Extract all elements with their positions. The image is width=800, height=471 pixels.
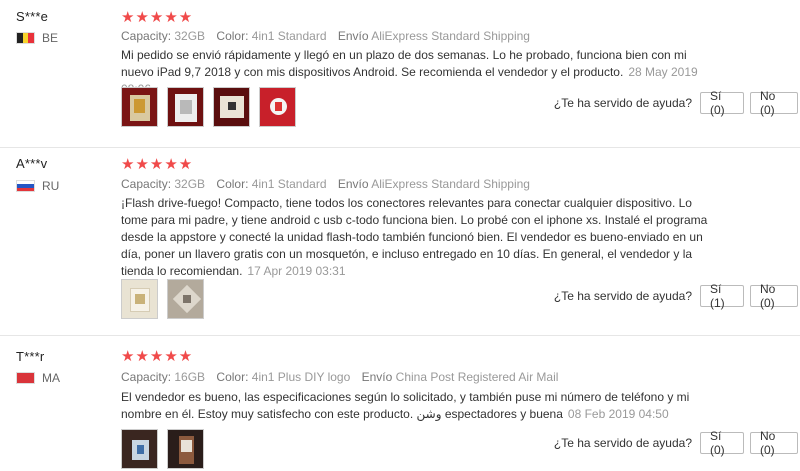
review-photo[interactable] bbox=[259, 87, 296, 127]
shipping-value: AliExpress Standard Shipping bbox=[371, 29, 530, 43]
flag-ru-icon bbox=[16, 180, 35, 192]
review-photo[interactable] bbox=[167, 87, 204, 127]
review-photo[interactable] bbox=[121, 279, 158, 319]
review-divider bbox=[0, 335, 800, 336]
reviewer-country: RU bbox=[16, 179, 59, 193]
color-label: Color: bbox=[216, 177, 249, 191]
review-photo[interactable] bbox=[121, 429, 158, 469]
helpful-yes-button[interactable]: Sí (0) bbox=[700, 429, 744, 457]
shipping-label: Envío bbox=[361, 370, 393, 384]
helpful-yes-button[interactable]: Sí (1) bbox=[700, 282, 744, 310]
capacity-label: Capacity: bbox=[121, 177, 172, 191]
helpful-prompt: ¿Te ha servido de ayuda? Sí (0) No (0) bbox=[553, 89, 798, 117]
review-photos bbox=[121, 279, 204, 319]
reviewer-country: MA bbox=[16, 371, 60, 385]
capacity-value: 16GB bbox=[174, 370, 206, 384]
review-photo[interactable] bbox=[213, 87, 250, 127]
flag-be-icon bbox=[16, 32, 35, 44]
shipping-label: Envío bbox=[337, 177, 369, 191]
color-label: Color: bbox=[216, 29, 249, 43]
review-2: A***v RU ★★★★★ Capacity: 32GB Color: 4in… bbox=[0, 148, 800, 340]
reviewer-name: A***v bbox=[16, 156, 48, 171]
color-value: 4in1 Standard bbox=[251, 177, 327, 191]
review-date: 17 Apr 2019 03:31 bbox=[247, 264, 346, 278]
shipping-value: AliExpress Standard Shipping bbox=[371, 177, 530, 191]
helpful-question: ¿Te ha servido de ayuda? bbox=[553, 289, 692, 303]
helpful-no-button[interactable]: No (0) bbox=[750, 429, 798, 457]
review-date: 08 Feb 2019 04:50 bbox=[567, 407, 669, 421]
review-attributes: Capacity: 32GB Color: 4in1 Standard Enví… bbox=[121, 29, 538, 43]
helpful-no-button[interactable]: No (0) bbox=[750, 89, 798, 117]
helpful-no-button[interactable]: No (0) bbox=[750, 282, 798, 310]
capacity-value: 32GB bbox=[174, 177, 206, 191]
country-code: BE bbox=[42, 31, 59, 45]
shipping-label: Envío bbox=[337, 29, 369, 43]
review-photo[interactable] bbox=[167, 279, 204, 319]
review-text: ¡Flash drive-fuego! Compacto, tiene todo… bbox=[121, 195, 721, 280]
review-1: S***e BE ★★★★★ Capacity: 32GB Color: 4in… bbox=[0, 0, 800, 148]
helpful-question: ¿Te ha servido de ayuda? bbox=[553, 96, 692, 110]
shipping-value: China Post Registered Air Mail bbox=[395, 370, 559, 384]
review-text: El vendedor es bueno, las especificacion… bbox=[121, 389, 721, 423]
helpful-question: ¿Te ha servido de ayuda? bbox=[553, 436, 692, 450]
helpful-yes-button[interactable]: Sí (0) bbox=[700, 89, 744, 117]
helpful-prompt: ¿Te ha servido de ayuda? Sí (1) No (0) bbox=[553, 282, 798, 310]
flag-ma-icon bbox=[16, 372, 35, 384]
color-value: 4in1 Plus DIY logo bbox=[251, 370, 351, 384]
review-attributes: Capacity: 16GB Color: 4in1 Plus DIY logo… bbox=[121, 370, 566, 384]
review-body: ¡Flash drive-fuego! Compacto, tiene todo… bbox=[121, 196, 708, 278]
color-label: Color: bbox=[216, 370, 249, 384]
country-code: MA bbox=[42, 371, 60, 385]
country-code: RU bbox=[42, 179, 60, 193]
capacity-label: Capacity: bbox=[121, 370, 172, 384]
review-photos bbox=[121, 87, 296, 127]
color-value: 4in1 Standard bbox=[251, 29, 327, 43]
helpful-prompt: ¿Te ha servido de ayuda? Sí (0) No (0) bbox=[553, 429, 798, 457]
review-photo[interactable] bbox=[167, 429, 204, 469]
rating-stars: ★★★★★ bbox=[121, 156, 194, 173]
capacity-label: Capacity: bbox=[121, 29, 172, 43]
rating-stars: ★★★★★ bbox=[121, 9, 194, 26]
capacity-value: 32GB bbox=[174, 29, 206, 43]
review-3: T***r MA ★★★★★ Capacity: 16GB Color: 4in… bbox=[0, 340, 800, 471]
rating-stars: ★★★★★ bbox=[121, 348, 194, 365]
review-body: Mi pedido se envió rápidamente y llegó e… bbox=[121, 48, 687, 79]
reviewer-name: T***r bbox=[16, 349, 45, 364]
review-attributes: Capacity: 32GB Color: 4in1 Standard Enví… bbox=[121, 177, 538, 191]
reviewer-name: S***e bbox=[16, 9, 49, 24]
reviewer-country: BE bbox=[16, 31, 58, 45]
review-photos bbox=[121, 429, 204, 469]
review-photo[interactable] bbox=[121, 87, 158, 127]
